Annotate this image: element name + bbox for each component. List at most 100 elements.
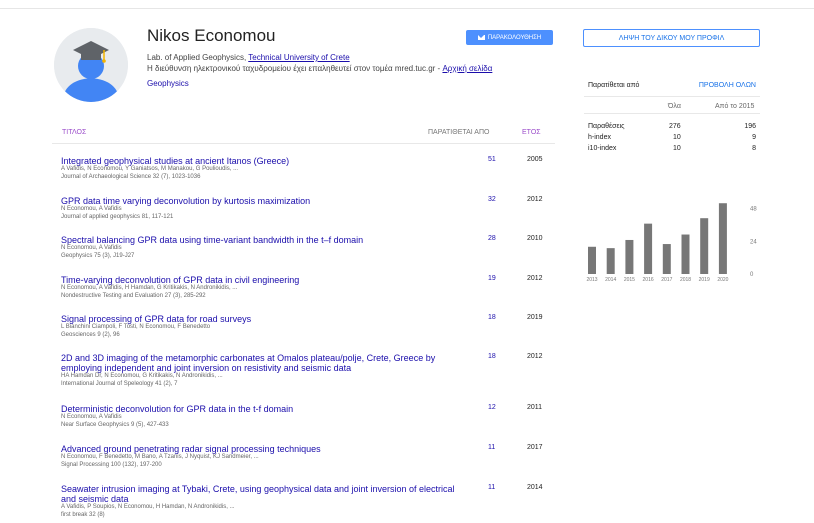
- view-all-link[interactable]: ΠΡΟΒΟΛΗ ΟΛΩΝ: [699, 82, 756, 89]
- chart-y-tick: 24: [750, 239, 757, 245]
- article-year: 2014: [527, 484, 543, 491]
- stats-label: i10-index: [588, 145, 617, 152]
- article-title-link[interactable]: 2D and 3D imaging of the metamorphic car…: [61, 353, 461, 373]
- chart-bar-2014[interactable]: [606, 248, 615, 274]
- chart-bar-2019[interactable]: [700, 218, 709, 274]
- chart-x-tick: 2015: [624, 277, 635, 283]
- article-title-link[interactable]: Seawater intrusion imaging at Tybaki, Cr…: [61, 484, 461, 504]
- stats-col-since: Από το 2015: [715, 103, 755, 110]
- article-title-link[interactable]: Integrated geophysical studies at ancien…: [61, 156, 461, 166]
- sort-by-cited[interactable]: ΠΑΡΑΤΙΘΕΤΑΙ ΑΠΟ: [428, 129, 489, 136]
- article-year: 2012: [527, 275, 543, 282]
- cited-by-count[interactable]: 18: [488, 314, 496, 321]
- articles-table-header: ΤΙΤΛΟΣ ΠΑΡΑΤΙΘΕΤΑΙ ΑΠΟ ΕΤΟΣ: [52, 120, 555, 144]
- table-row: Seawater intrusion imaging at Tybaki, Cr…: [61, 484, 555, 519]
- sort-by-title[interactable]: ΤΙΤΛΟΣ: [62, 129, 86, 136]
- affiliation-text: Lab. of Applied Geophysics,: [147, 53, 249, 62]
- table-row: Signal processing of GPR data for road s…: [61, 314, 555, 339]
- profile-affiliation: Lab. of Applied Geophysics, Technical Un…: [147, 52, 547, 89]
- article-authors: HA Hamdan Dr, N Economou, G Kritikakis, …: [61, 373, 223, 379]
- cited-by-count[interactable]: 19: [488, 275, 496, 282]
- chart-x-tick: 2014: [605, 277, 616, 283]
- article-title-link[interactable]: GPR data time varying deconvolution by k…: [61, 196, 461, 206]
- mail-icon: [477, 35, 485, 40]
- graduate-avatar-icon: [54, 28, 128, 102]
- get-my-profile-button[interactable]: ΛΗΨΗ ΤΟΥ ΔΙΚΟΥ ΜΟΥ ΠΡΟΦΙΛ: [583, 29, 760, 47]
- cited-by-label: Παρατίθεται από: [588, 82, 640, 89]
- university-link[interactable]: Technical University of Crete: [248, 53, 349, 62]
- stats-all: 10: [673, 134, 681, 141]
- article-year: 2019: [527, 314, 543, 321]
- stats-since: 9: [752, 134, 756, 141]
- chart-y-tick: 48: [750, 207, 757, 213]
- table-row: Deterministic deconvolution for GPR data…: [61, 404, 555, 429]
- stats-divider: [584, 113, 760, 114]
- article-authors: N Economou, A Vafidis: [61, 206, 122, 212]
- verified-email-text: Η διεύθυνση ηλεκτρονικού ταχυδρομείου έχ…: [147, 64, 443, 73]
- cited-by-count[interactable]: 32: [488, 196, 496, 203]
- article-title-link[interactable]: Signal processing of GPR data for road s…: [61, 314, 461, 324]
- stats-all: 10: [673, 145, 681, 152]
- cited-by-count[interactable]: 28: [488, 235, 496, 242]
- chart-x-tick: 2020: [717, 277, 728, 283]
- chart-y-tick: 0: [750, 272, 754, 278]
- chart-x-tick: 2019: [699, 277, 710, 283]
- article-venue: first break 32 (8): [61, 511, 105, 518]
- cited-by-count[interactable]: 18: [488, 353, 496, 360]
- chart-bar-2015[interactable]: [625, 239, 634, 274]
- stats-label: Παραθέσεις: [588, 123, 625, 130]
- interest-link-geophysics[interactable]: Geophysics: [147, 79, 189, 88]
- article-title-link[interactable]: Deterministic deconvolution for GPR data…: [61, 404, 461, 414]
- stats-col-all: Όλα: [668, 103, 681, 110]
- chart-x-tick: 2016: [643, 277, 654, 283]
- article-title-link[interactable]: Advanced ground penetrating radar signal…: [61, 444, 461, 454]
- cited-by-count[interactable]: 11: [488, 444, 495, 451]
- article-authors: L Bianchini Ciampoli, F Tosti, N Economo…: [61, 324, 211, 330]
- profile-avatar: [54, 28, 128, 102]
- cited-by-count[interactable]: 11: [488, 484, 495, 491]
- article-year: 2012: [527, 196, 543, 203]
- follow-label: ΠΑΡΑΚΟΛΟΥΘΗΣΗ: [487, 34, 542, 41]
- table-row: Advanced ground penetrating radar signal…: [61, 444, 555, 469]
- chart-bar-2020[interactable]: [718, 203, 727, 274]
- article-authors: N Economou, A Vafidis: [61, 245, 122, 251]
- table-row: Time-varying deconvolution of GPR data i…: [61, 275, 555, 300]
- chart-x-tick: 2017: [661, 277, 672, 283]
- table-row: Integrated geophysical studies at ancien…: [61, 156, 555, 181]
- cited-by-count[interactable]: 12: [488, 404, 496, 411]
- article-venue: Journal of Archaeological Science 32 (7)…: [61, 173, 201, 180]
- article-title-link[interactable]: Spectral balancing GPR data using time-v…: [61, 235, 461, 245]
- citations-bar-chart: 48 24 0 2013 2014 2015 2016 2017 2018 2019 2020: [586, 203, 757, 283]
- article-venue: Geosciences 9 (2), 96: [61, 331, 120, 338]
- stats-label: h-index: [588, 134, 611, 141]
- article-authors: A Vafidis, N Economou, Y Ganiatsos, M Ma…: [61, 166, 239, 172]
- chart-bar-2017[interactable]: [662, 244, 671, 274]
- stats-all: 276: [669, 123, 681, 130]
- article-year: 2017: [527, 444, 543, 451]
- chart-x-tick: 2018: [680, 277, 691, 283]
- top-divider: [0, 8, 814, 9]
- chart-bar-2013[interactable]: [588, 246, 596, 274]
- stats-since: 196: [744, 123, 756, 130]
- stats-divider: [584, 96, 760, 97]
- chart-bar-2016[interactable]: [644, 223, 653, 274]
- article-year: 2011: [527, 404, 543, 411]
- article-venue: Near Surface Geophysics 9 (5), 427-433: [61, 421, 169, 428]
- article-year: 2012: [527, 353, 543, 360]
- article-authors: N Economou, A Vafidis: [61, 414, 122, 420]
- article-venue: Nondestructive Testing and Evaluation 27…: [61, 292, 206, 299]
- article-authors: A Vafidis, P Soupios, N Economou, H Hamd…: [61, 504, 235, 510]
- sort-by-year[interactable]: ΕΤΟΣ: [522, 129, 541, 136]
- article-title-link[interactable]: Time-varying deconvolution of GPR data i…: [61, 275, 461, 285]
- chart-bar-2018[interactable]: [681, 234, 690, 274]
- chart-x-tick: 2013: [586, 277, 597, 283]
- homepage-link[interactable]: Αρχική σελίδα: [442, 64, 492, 73]
- article-venue: Journal of applied geophysics 81, 117-12…: [61, 213, 174, 220]
- table-row: GPR data time varying deconvolution by k…: [61, 196, 555, 221]
- article-venue: Signal Processing 100 (132), 197-200: [61, 461, 162, 468]
- cited-by-count[interactable]: 51: [488, 156, 496, 163]
- profile-name: Nikos Economou: [147, 26, 276, 45]
- follow-button[interactable]: ΠΑΡΑΚΟΛΟΥΘΗΣΗ: [466, 30, 553, 45]
- article-year: 2005: [527, 156, 543, 163]
- stats-since: 8: [752, 145, 756, 152]
